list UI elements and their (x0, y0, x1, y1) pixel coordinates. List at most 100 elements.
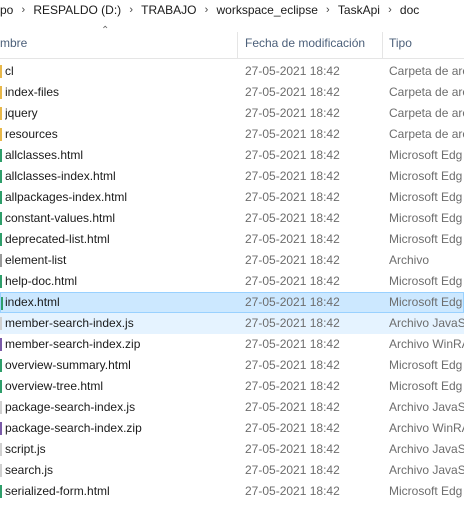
file-name[interactable]: element-list (5, 250, 235, 271)
file-row[interactable]: resources 27-05-2021 18:42 Carpeta de arc (0, 124, 464, 145)
breadcrumb-item[interactable]: TRABAJO (136, 3, 201, 17)
column-header-type[interactable]: Tipo (382, 28, 464, 58)
file-date: 27-05-2021 18:42 (245, 316, 340, 330)
edge-html-icon (0, 191, 2, 204)
file-row[interactable]: allclasses-index.html 27-05-2021 18:42 Mic… (0, 166, 464, 187)
file-type: Microsoft Edg (389, 169, 463, 183)
breadcrumb: po › RESPALDO (D:) › TRABAJO › workspace… (0, 0, 464, 19)
file-date: 27-05-2021 18:42 (245, 85, 340, 99)
breadcrumb-item[interactable]: doc (395, 3, 424, 17)
edge-html-icon (0, 170, 2, 183)
file-row[interactable]: search.js 27-05-2021 18:42 Archivo JavaSc (0, 460, 464, 481)
file-name[interactable]: search.js (5, 460, 235, 481)
file-date: 27-05-2021 18:42 (245, 211, 340, 225)
file-row[interactable]: help-doc.html 27-05-2021 18:42 Microsoft E… (0, 271, 464, 292)
file-name[interactable]: cl (5, 61, 235, 82)
file-date: 27-05-2021 18:42 (245, 358, 340, 372)
file-type: Archivo JavaSc (389, 442, 464, 456)
file-name[interactable]: constant-values.html (5, 208, 235, 229)
file-name[interactable]: index.html (5, 293, 235, 312)
file-row[interactable]: package-search-index.zip 27-05-2021 18:42… (0, 418, 464, 439)
file-name[interactable]: allclasses-index.html (5, 166, 235, 187)
file-name[interactable]: allclasses.html (5, 145, 235, 166)
file-icon (0, 254, 2, 267)
sort-ascending-icon: ⌃ (101, 25, 110, 36)
file-row[interactable]: script.js 27-05-2021 18:42 Archivo JavaSc (0, 439, 464, 460)
file-name[interactable]: package-search-index.zip (5, 418, 235, 439)
file-list: cl 27-05-2021 18:42 Carpeta de arc index-fi… (0, 61, 464, 502)
folder-icon (0, 107, 2, 120)
file-row[interactable]: allclasses.html 27-05-2021 18:42 Microsoft… (0, 145, 464, 166)
breadcrumb-item[interactable]: po (0, 3, 18, 17)
file-name[interactable]: overview-summary.html (5, 355, 235, 376)
breadcrumb-item[interactable]: TaskApi (333, 3, 385, 17)
chevron-right-icon[interactable]: › (323, 4, 333, 16)
file-row[interactable]: cl 27-05-2021 18:42 Carpeta de arc (0, 61, 464, 82)
file-type: Archivo WinRA (389, 337, 464, 351)
file-row[interactable]: index.html 27-05-2021 18:42 Microsoft Edg (0, 292, 464, 313)
file-date: 27-05-2021 18:42 (245, 169, 340, 183)
folder-icon (0, 65, 2, 78)
file-name[interactable]: script.js (5, 439, 235, 460)
file-name[interactable]: serialized-form.html (5, 481, 235, 502)
file-date: 27-05-2021 18:42 (245, 379, 340, 393)
file-name[interactable]: allpackages-index.html (5, 187, 235, 208)
file-row[interactable]: member-search-index.js 27-05-2021 18:42 Ar… (0, 313, 464, 334)
file-row[interactable]: deprecated-list.html 27-05-2021 18:42 Micr… (0, 229, 464, 250)
file-type: Microsoft Edg (389, 190, 463, 204)
file-type: Microsoft Edg (389, 379, 463, 393)
file-name[interactable]: deprecated-list.html (5, 229, 235, 250)
file-row[interactable]: jquery 27-05-2021 18:42 Carpeta de arc (0, 103, 464, 124)
edge-html-icon (1, 297, 3, 310)
column-header-date[interactable]: Fecha de modificación (237, 28, 381, 58)
file-row[interactable]: serialized-form.html 27-05-2021 18:42 Micr… (0, 481, 464, 502)
file-row[interactable]: constant-values.html 27-05-2021 18:42 Micr… (0, 208, 464, 229)
file-row[interactable]: package-search-index.js 27-05-2021 18:42 A… (0, 397, 464, 418)
breadcrumb-item[interactable]: RESPALDO (D:) (28, 3, 126, 17)
file-row[interactable]: element-list 27-05-2021 18:42 Archivo (0, 250, 464, 271)
file-type: Carpeta de arc (389, 85, 464, 99)
file-date: 27-05-2021 18:42 (245, 463, 340, 477)
js-file-icon (0, 401, 2, 414)
file-row[interactable]: allpackages-index.html 27-05-2021 18:42 Mi… (0, 187, 464, 208)
js-file-icon (0, 464, 2, 477)
file-type: Microsoft Edg (389, 211, 463, 225)
file-name[interactable]: help-doc.html (5, 271, 235, 292)
chevron-right-icon[interactable]: › (18, 4, 28, 16)
chevron-right-icon[interactable]: › (202, 4, 212, 16)
file-type: Microsoft Edg (389, 274, 463, 288)
folder-icon (0, 86, 2, 99)
zip-file-icon (0, 338, 2, 351)
js-file-icon (0, 317, 2, 330)
column-header-row: mbre ⌃ Fecha de modificación Tipo (0, 25, 464, 59)
file-name[interactable]: member-search-index.js (5, 313, 235, 334)
file-name[interactable]: index-files (5, 82, 235, 103)
file-type: Archivo JavaSc (389, 463, 464, 477)
edge-html-icon (0, 380, 2, 393)
file-row[interactable]: overview-summary.html 27-05-2021 18:42 Mic… (0, 355, 464, 376)
file-date: 27-05-2021 18:42 (245, 190, 340, 204)
file-type: Archivo JavaSc (389, 400, 464, 414)
file-name[interactable]: jquery (5, 103, 235, 124)
file-row[interactable]: overview-tree.html 27-05-2021 18:42 Micros… (0, 376, 464, 397)
file-type: Microsoft Edg (389, 295, 463, 309)
file-name[interactable]: package-search-index.js (5, 397, 235, 418)
file-name[interactable]: resources (5, 124, 235, 145)
edge-html-icon (0, 233, 2, 246)
file-row[interactable]: member-search-index.zip 27-05-2021 18:42 A… (0, 334, 464, 355)
file-date: 27-05-2021 18:42 (245, 232, 340, 246)
file-row[interactable]: index-files 27-05-2021 18:42 Carpeta de ar… (0, 82, 464, 103)
file-name[interactable]: member-search-index.zip (5, 334, 235, 355)
column-header-name[interactable]: mbre (0, 28, 236, 58)
file-type: Carpeta de arc (389, 106, 464, 120)
breadcrumb-item[interactable]: workspace_eclipse (212, 3, 323, 17)
edge-html-icon (0, 485, 2, 498)
file-date: 27-05-2021 18:42 (245, 64, 340, 78)
file-type: Carpeta de arc (389, 127, 464, 141)
chevron-right-icon[interactable]: › (126, 4, 136, 16)
file-name[interactable]: overview-tree.html (5, 376, 235, 397)
file-type: Microsoft Edg (389, 148, 463, 162)
file-type: Microsoft Edg (389, 232, 463, 246)
chevron-right-icon[interactable]: › (385, 4, 395, 16)
zip-file-icon (0, 422, 2, 435)
